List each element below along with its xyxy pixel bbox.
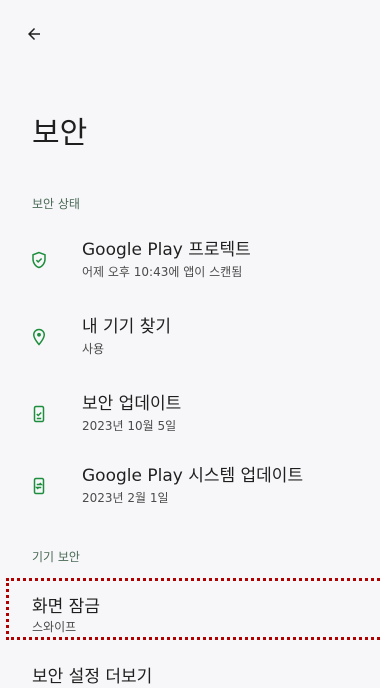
phone-check-icon bbox=[28, 403, 50, 425]
security-update-title: 보안 업데이트 bbox=[82, 394, 182, 414]
screen-lock-highlight bbox=[6, 578, 380, 640]
section-header-security-status: 보안 상태 bbox=[32, 197, 80, 211]
section-header-device-security: 기기 보안 bbox=[32, 550, 80, 564]
security-update-subtitle: 2023년 10월 5일 bbox=[82, 419, 177, 433]
shield-check-icon bbox=[28, 249, 50, 271]
page-title: 보안 bbox=[32, 116, 88, 151]
play-protect-title: Google Play 프로텍트 bbox=[82, 240, 251, 260]
play-system-update-subtitle: 2023년 2월 1일 bbox=[82, 491, 169, 505]
find-device-subtitle: 사용 bbox=[82, 342, 105, 356]
play-system-update-title: Google Play 시스템 업데이트 bbox=[82, 466, 304, 486]
location-pin-icon bbox=[28, 326, 50, 348]
more-security-settings-item[interactable]: 보안 설정 더보기 bbox=[0, 654, 380, 688]
back-button[interactable] bbox=[20, 20, 48, 48]
phone-sync-icon bbox=[28, 475, 50, 497]
find-device-title: 내 기기 찾기 bbox=[82, 317, 172, 337]
find-device-item[interactable]: 내 기기 찾기 사용 bbox=[0, 305, 380, 369]
more-security-settings-title: 보안 설정 더보기 bbox=[32, 667, 153, 687]
security-update-item[interactable]: 보안 업데이트 2023년 10월 5일 bbox=[0, 382, 380, 446]
play-system-update-item[interactable]: Google Play 시스템 업데이트 2023년 2월 1일 bbox=[0, 454, 380, 518]
play-protect-subtitle: 어제 오후 10:43에 앱이 스캔됨 bbox=[82, 265, 243, 279]
play-protect-item[interactable]: Google Play 프로텍트 어제 오후 10:43에 앱이 스캔됨 bbox=[0, 228, 380, 292]
arrow-back-icon bbox=[28, 28, 40, 40]
